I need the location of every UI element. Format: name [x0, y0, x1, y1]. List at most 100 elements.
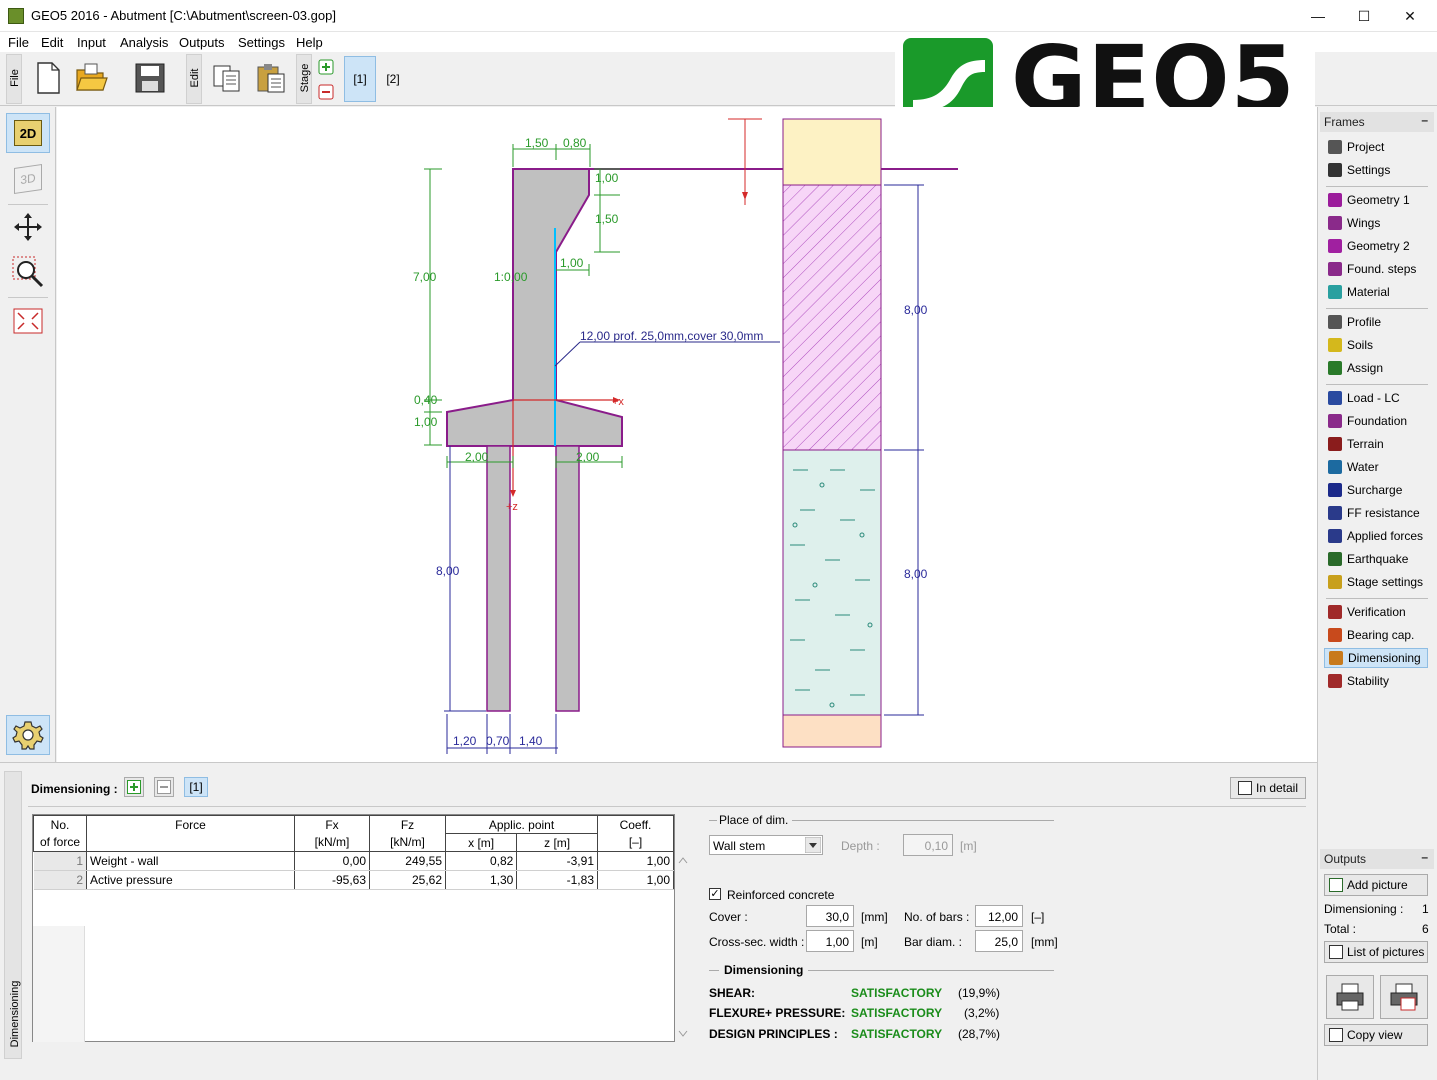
remove-dimensioning-button[interactable] [154, 777, 174, 797]
menu-file[interactable]: File [8, 35, 29, 50]
bars-input[interactable]: 12,00 [975, 905, 1023, 927]
frame-geometry-1[interactable]: Geometry 1 [1324, 190, 1428, 210]
zoom-extents-button[interactable] [6, 301, 50, 341]
open-file-button[interactable] [72, 58, 112, 98]
frames-header: Frames – [1320, 112, 1434, 132]
load-lc-icon [1328, 391, 1342, 405]
cover-input[interactable]: 30,0 [806, 905, 854, 927]
plus-icon [127, 780, 141, 794]
copy-view-button[interactable]: Copy view [1324, 1024, 1428, 1046]
dim-h-040: 0,40 [414, 393, 438, 407]
file-group-label: File [6, 54, 22, 104]
frame-assign[interactable]: Assign [1324, 358, 1428, 378]
soils-icon [1328, 338, 1342, 352]
col-x-header: x [m] [444, 833, 518, 852]
frame-surcharge[interactable]: Surcharge [1324, 480, 1428, 500]
col-z-header: z [m] [516, 833, 598, 852]
profile-icon [1328, 315, 1342, 329]
copy-data-button[interactable] [207, 58, 247, 98]
print-export-button[interactable] [1380, 975, 1428, 1019]
table-row[interactable]: 1 Weight - wall 0,00 249,55 0,82 -3,91 1… [33, 851, 674, 871]
zoom-window-button[interactable] [6, 252, 50, 292]
menu-edit[interactable]: Edit [41, 35, 63, 50]
diam-input[interactable]: 25,0 [975, 930, 1023, 952]
settings-button[interactable] [6, 715, 50, 755]
col-fx-header: Fx [294, 815, 370, 834]
place-of-dim-label: Place of dim. [719, 813, 789, 827]
add-stage-icon[interactable] [318, 59, 334, 75]
drawing-canvas[interactable]: 12,00 prof. 25,0mm,cover 30,0mm +x +z 1,… [57, 107, 1317, 762]
frame-wings[interactable]: Wings [1324, 213, 1428, 233]
result-flexure-status: SATISFACTORY [851, 1006, 943, 1020]
stage-settings-icon [1328, 575, 1342, 589]
width-input[interactable]: 1,00 [806, 930, 854, 952]
place-select[interactable]: Wall stem [709, 835, 823, 855]
frame-verification[interactable]: Verification [1324, 602, 1428, 622]
list-of-pictures-button[interactable]: List of pictures [1324, 941, 1428, 963]
frame-found-steps[interactable]: Found. steps [1324, 259, 1428, 279]
dim-soil-bottom: 8,00 [904, 567, 928, 581]
frames-minimize-button[interactable]: – [1421, 113, 1428, 127]
verification-icon [1328, 605, 1342, 619]
applied-forces-icon [1328, 529, 1342, 543]
frame-profile[interactable]: Profile [1324, 312, 1428, 332]
minimize-button[interactable]: — [1295, 0, 1341, 32]
reinforcement-label: 12,00 prof. 25,0mm,cover 30,0mm [580, 329, 763, 343]
frame-dimensioning[interactable]: Dimensioning [1324, 648, 1428, 668]
print-button[interactable] [1326, 975, 1374, 1019]
frame-soils[interactable]: Soils [1324, 335, 1428, 355]
frame-applied-forces[interactable]: Applied forces [1324, 526, 1428, 546]
stage-group-label: Stage [296, 54, 312, 104]
move-view-button[interactable] [6, 207, 50, 247]
menu-analysis[interactable]: Analysis [120, 35, 168, 50]
add-picture-button[interactable]: Add picture [1324, 874, 1428, 896]
menu-help[interactable]: Help [296, 35, 323, 50]
cover-unit: [mm] [861, 910, 888, 924]
table-row[interactable]: 2 Active pressure -95,63 25,62 1,30 -1,8… [33, 870, 674, 890]
frame-stability[interactable]: Stability [1324, 671, 1428, 691]
frame-settings[interactable]: Settings [1324, 160, 1428, 180]
stage-2-button[interactable]: [2] [377, 56, 409, 102]
row-fz: 249,55 [369, 851, 446, 871]
water-icon [1328, 460, 1342, 474]
dim-top-w1: 1,50 [525, 136, 549, 150]
add-dimensioning-button[interactable] [124, 777, 144, 797]
frame-water[interactable]: Water [1324, 457, 1428, 477]
close-button[interactable]: ✕ [1387, 0, 1433, 32]
result-principles-pct: (28,7%) [958, 1027, 1001, 1041]
frame-earthquake[interactable]: Earthquake [1324, 549, 1428, 569]
frame-stage-settings[interactable]: Stage settings [1324, 572, 1428, 592]
frame-ff-resistance[interactable]: FF resistance [1324, 503, 1428, 523]
depth-label: Depth : [841, 839, 880, 853]
view-3d-button[interactable]: 3D [6, 159, 50, 199]
frame-label: Water [1347, 460, 1379, 474]
forces-table: No. Force Fx Fz Applic. point Coeff. of … [33, 815, 674, 890]
frame-terrain[interactable]: Terrain [1324, 434, 1428, 454]
menu-outputs[interactable]: Outputs [179, 35, 225, 50]
frame-project[interactable]: Project [1324, 137, 1428, 157]
remove-stage-icon[interactable] [318, 84, 334, 100]
frame-material[interactable]: Material [1324, 282, 1428, 302]
frame-load-lc[interactable]: Load - LC [1324, 388, 1428, 408]
view-2d-button[interactable]: 2D [6, 113, 50, 153]
col-applic-header: Applic. point [445, 815, 598, 834]
maximize-button[interactable]: ☐ [1341, 0, 1387, 32]
menu-input[interactable]: Input [77, 35, 106, 50]
frame-bearing-cap[interactable]: Bearing cap. [1324, 625, 1428, 645]
reinforced-checkbox[interactable]: ✓ [709, 888, 721, 900]
frame-geometry-2[interactable]: Geometry 2 [1324, 236, 1428, 256]
stage-1-button[interactable]: [1] [344, 56, 376, 102]
save-file-button[interactable] [130, 58, 170, 98]
width-unit: [m] [861, 935, 878, 949]
in-detail-button[interactable]: In detail [1230, 777, 1306, 799]
table-scrollbar[interactable] [676, 853, 690, 1043]
depth-input[interactable]: 0,10 [903, 834, 953, 856]
new-file-button[interactable] [28, 58, 68, 98]
paste-data-button[interactable] [251, 58, 291, 98]
forces-table-container: No. Force Fx Fz Applic. point Coeff. of … [32, 814, 675, 1042]
frame-foundation[interactable]: Foundation [1324, 411, 1428, 431]
dimensioning-tab-1[interactable]: [1] [184, 777, 208, 797]
menu-settings[interactable]: Settings [238, 35, 285, 50]
col-fz-header: Fz [369, 815, 446, 834]
outputs-minimize-button[interactable]: – [1421, 850, 1428, 864]
